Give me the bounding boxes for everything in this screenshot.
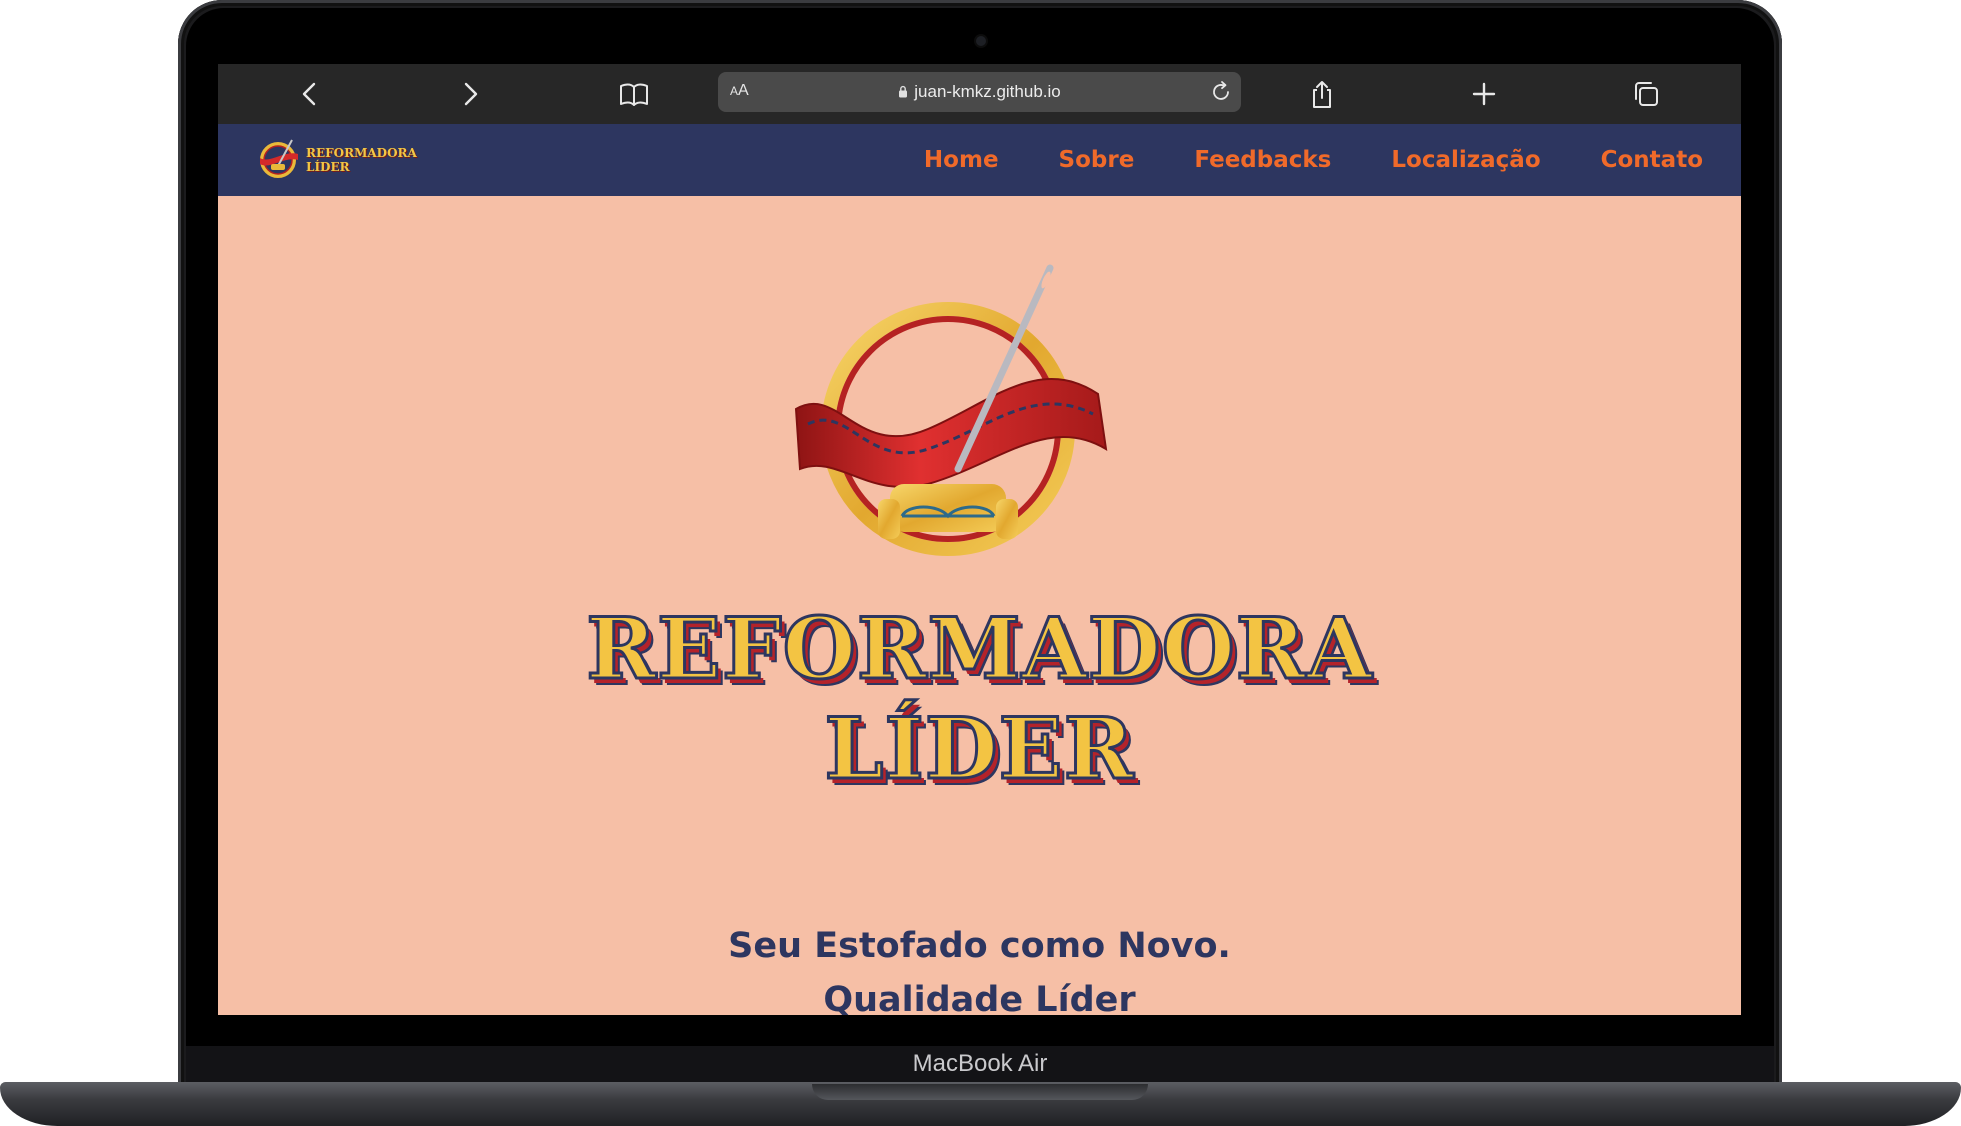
site-logo[interactable]: REFORMADORA LÍDER [256,134,417,182]
nav-link-feedbacks[interactable]: Feedbacks [1194,147,1331,173]
address-bar[interactable]: AA juan-kmkz.github.io [718,72,1241,112]
logo-text: REFORMADORA LÍDER [306,146,417,174]
nav-link-contato[interactable]: Contato [1601,147,1703,173]
browser-toolbar: AA juan-kmkz.github.io [218,64,1741,124]
nav-link-sobre[interactable]: Sobre [1059,147,1135,173]
site-navbar: REFORMADORA LÍDER Home Sobre Feedbacks L… [218,124,1741,196]
nav-link-localizacao[interactable]: Localização [1391,147,1540,173]
hero-tagline: Seu Estofado como Novo. Qualidade Líder [518,919,1441,1015]
lock-icon [899,85,908,98]
hero-title-line1: REFORMADORA [585,598,1374,700]
screen: AA juan-kmkz.github.io REFORMADORA LÍDER… [218,64,1741,1015]
tabs-icon[interactable] [1630,78,1662,110]
logo-text-line2: LÍDER [306,160,350,174]
camera-icon [976,36,986,46]
bookmarks-icon[interactable] [618,78,650,110]
logo-emblem-icon [260,139,298,178]
forward-icon[interactable] [454,78,486,110]
hero-title-line2: LÍDER [823,698,1135,800]
back-icon[interactable] [294,78,326,110]
device-model-label: MacBook Air [912,1050,1048,1077]
nav-link-home[interactable]: Home [924,147,999,173]
reload-icon[interactable] [1209,80,1233,104]
hero-title: REFORMADORA LÍDER [518,598,1441,800]
nav-links: Home Sobre Feedbacks Localização Contato [924,124,1703,196]
url-label: juan-kmkz.github.io [914,82,1061,101]
new-tab-icon[interactable] [1468,78,1500,110]
tagline-line2: Qualidade Líder [823,980,1136,1015]
url-text: juan-kmkz.github.io [718,72,1241,112]
share-icon[interactable] [1306,78,1338,110]
hero-emblem-icon [794,264,1108,556]
tagline-line1: Seu Estofado como Novo. [728,926,1231,966]
logo-text-line1: REFORMADORA [306,146,417,160]
laptop-hinge-notch [812,1084,1148,1100]
